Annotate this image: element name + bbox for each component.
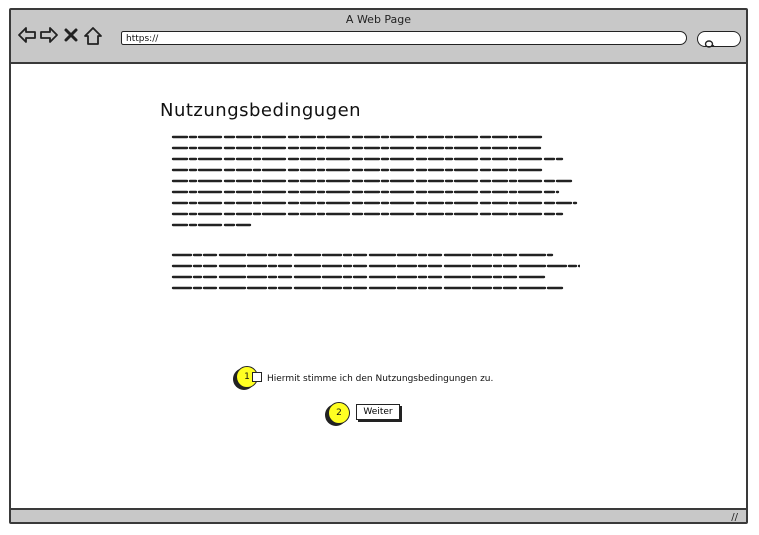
url-input[interactable]: https:// (121, 31, 687, 45)
terms-paragraph (160, 133, 580, 237)
browser-toolbar: A Web Page https:// (11, 10, 746, 64)
forward-arrow-icon[interactable] (39, 26, 59, 48)
page-title: Nutzungsbedingugen (160, 100, 362, 121)
terms-paragraph (160, 251, 582, 303)
resize-grip-icon[interactable]: // (731, 512, 738, 523)
home-icon[interactable] (83, 26, 103, 50)
status-bar: // (11, 508, 746, 523)
search-icon (704, 34, 716, 53)
scribble-text (171, 253, 582, 290)
window-title: A Web Page (345, 13, 412, 26)
search-box[interactable] (697, 31, 741, 48)
close-icon[interactable] (63, 26, 79, 48)
continue-button[interactable]: Weiter (356, 404, 400, 420)
back-arrow-icon[interactable] (17, 26, 37, 48)
annotation-marker-2: 2 (328, 402, 350, 424)
terms-section: Nutzungsbedingugen (160, 100, 582, 303)
consent-row: Hiermit stimme ich den Nutzungsbedingung… (252, 372, 493, 384)
scribble-text (171, 135, 578, 227)
consent-label: Hiermit stimme ich den Nutzungsbedingung… (267, 374, 494, 384)
consent-checkbox[interactable] (252, 372, 262, 382)
